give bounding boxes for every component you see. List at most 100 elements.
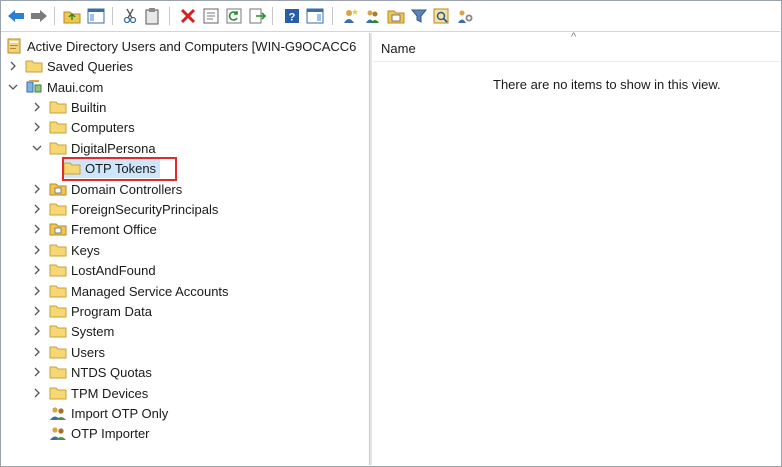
chevron-right-icon[interactable]: [31, 285, 43, 297]
cut-button[interactable]: [119, 5, 141, 27]
folder-icon: [49, 140, 67, 156]
back-button[interactable]: [5, 5, 27, 27]
delete-button[interactable]: [177, 5, 199, 27]
tree-item[interactable]: Fremont Office: [31, 219, 157, 239]
new-user-icon: [341, 8, 359, 24]
selection-highlight-box: [62, 157, 177, 181]
toolbar-separator: [54, 7, 55, 25]
chevron-right-icon[interactable]: [31, 346, 43, 358]
tree-item-label: Managed Service Accounts: [71, 283, 229, 299]
chevron-right-icon[interactable]: [31, 121, 43, 133]
clipboard-icon: [144, 7, 160, 25]
tree-item[interactable]: OTP Importer: [31, 423, 150, 443]
export-list-button[interactable]: [247, 5, 269, 27]
folder-icon: [49, 283, 67, 299]
find-button[interactable]: [431, 5, 453, 27]
chevron-right-icon[interactable]: [31, 203, 43, 215]
tree-item-label: LostAndFound: [71, 262, 156, 278]
tree-item[interactable]: Program Data: [31, 301, 152, 321]
filter-icon: [411, 8, 427, 24]
chevron-right-icon[interactable]: [31, 183, 43, 195]
folder-icon: [49, 385, 67, 401]
up-one-level-button[interactable]: [61, 5, 83, 27]
create-ou-button[interactable]: [385, 5, 407, 27]
chevron-down-icon[interactable]: [7, 81, 19, 93]
forward-arrow-icon: [30, 9, 48, 23]
show-hide-console-tree-button[interactable]: [85, 5, 107, 27]
tree-item[interactable]: Computers: [31, 117, 135, 137]
tree-item[interactable]: Domain Controllers: [31, 179, 182, 199]
chevron-right-icon[interactable]: [31, 305, 43, 317]
column-name-label: Name: [381, 41, 416, 56]
tree-item-label: DigitalPersona: [71, 140, 156, 156]
tree-item-label: Import OTP Only: [71, 405, 169, 421]
tree-item-label: Builtin: [71, 99, 107, 115]
tree-item-domain[interactable]: Maui.com: [7, 77, 103, 97]
chevron-right-icon[interactable]: [31, 244, 43, 256]
properties-button[interactable]: [200, 5, 222, 27]
help-icon: ?: [284, 8, 300, 24]
export-icon: [249, 8, 267, 24]
chevron-right-icon[interactable]: [31, 101, 43, 113]
tree-item-label: Computers: [71, 119, 135, 135]
tree-item[interactable]: System: [31, 321, 114, 341]
toolbar-separator: [332, 7, 333, 25]
filter-button[interactable]: [408, 5, 430, 27]
tree-item-label: ForeignSecurityPrincipals: [71, 201, 219, 217]
tree-item-label: Maui.com: [47, 79, 104, 95]
chevron-right-icon[interactable]: [7, 60, 19, 72]
aduc-root-icon: [5, 38, 23, 54]
empty-view-message: There are no items to show in this view.: [493, 77, 721, 92]
tree-item[interactable]: Managed Service Accounts: [31, 281, 229, 301]
tree-item[interactable]: DigitalPersona: [31, 138, 156, 158]
create-group-button[interactable]: [362, 5, 384, 27]
chevron-right-icon[interactable]: [31, 264, 43, 276]
folder-up-icon: [63, 8, 81, 24]
pane-splitter[interactable]: [370, 33, 372, 465]
forward-button[interactable]: [28, 5, 50, 27]
chevron-right-icon[interactable]: [31, 366, 43, 378]
chevron-down-icon[interactable]: [31, 142, 43, 154]
refresh-icon: [226, 8, 242, 24]
tree-item[interactable]: ForeignSecurityPrincipals: [31, 199, 218, 219]
tree-item[interactable]: NTDS Quotas: [31, 362, 152, 382]
tree-item[interactable]: Keys: [31, 240, 100, 260]
folder-icon: [49, 364, 67, 380]
refresh-button[interactable]: [223, 5, 245, 27]
tree-item-label: Program Data: [71, 303, 152, 319]
tree-root[interactable]: Active Directory Users and Computers [WI…: [5, 36, 356, 56]
add-to-group-icon: [456, 8, 474, 24]
toolbar-separator: [112, 7, 113, 25]
folder-icon: [49, 323, 67, 339]
chevron-right-icon[interactable]: [31, 223, 43, 235]
tree-item-label: NTDS Quotas: [71, 364, 152, 380]
column-header-name[interactable]: ^ Name: [373, 31, 780, 62]
tree-item[interactable]: Users: [31, 342, 105, 362]
tree-item-saved-queries[interactable]: Saved Queries: [7, 56, 133, 76]
tree-item-label: Saved Queries: [47, 58, 133, 74]
chevron-right-icon[interactable]: [31, 387, 43, 399]
scissors-icon: [122, 8, 138, 24]
help-button[interactable]: ?: [281, 5, 303, 27]
folder-icon: [25, 58, 43, 74]
chevron-right-icon[interactable]: [31, 325, 43, 337]
create-user-button[interactable]: [339, 5, 361, 27]
folder-icon: [49, 303, 67, 319]
tree-item-label: Fremont Office: [71, 221, 157, 237]
show-hide-action-pane-button[interactable]: [304, 5, 326, 27]
ou-icon: [49, 221, 67, 237]
find-icon: [433, 8, 451, 24]
tree-item[interactable]: TPM Devices: [31, 383, 148, 403]
users-icon: [49, 405, 67, 421]
copy-button[interactable]: [141, 5, 163, 27]
tree-item[interactable]: Builtin: [31, 97, 106, 117]
back-arrow-icon: [7, 9, 25, 23]
tree-item-label: OTP Importer: [71, 425, 150, 441]
console-tree: Active Directory Users and Computers [WI…: [1, 33, 370, 465]
tree-item-label: Users: [71, 344, 105, 360]
add-to-group-button[interactable]: [454, 5, 476, 27]
domain-icon: [25, 79, 43, 95]
tree-item[interactable]: Import OTP Only: [31, 403, 168, 423]
tree-item[interactable]: LostAndFound: [31, 260, 156, 280]
tree-item-label: System: [71, 323, 115, 339]
